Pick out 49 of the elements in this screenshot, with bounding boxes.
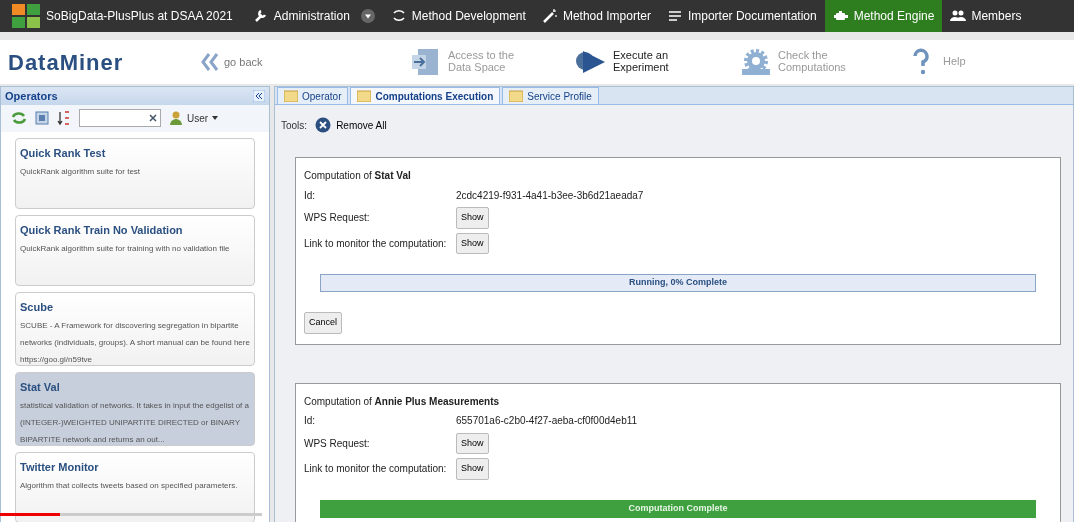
brand-title[interactable]: SoBigData-PlusPlus at DSAA 2021	[46, 7, 233, 25]
progress-text: Computation Complete	[627, 501, 729, 515]
user-filter[interactable]: User	[169, 110, 219, 126]
operator-name: Quick Rank Test	[20, 145, 107, 161]
operator-card[interactable]: Stat Val statistical validation of networks. It takes in input the edgelist of a (INTEGER-)WEIGHTED UNIPARTITE DIRECTED or BINARY BIPARTITE network and returns an out...	[15, 372, 255, 446]
operator-card[interactable]: Twitter Monitor Algorithm that collects tweets based on specified parameters.	[15, 452, 255, 522]
field-label: Id:	[304, 414, 317, 428]
cancel-button[interactable]: Cancel	[304, 312, 342, 334]
id-value: 655701a6-c2b0-4f27-aeba-cf0f00d4eb11	[456, 414, 638, 428]
operator-name: Scube	[20, 300, 54, 315]
operator-description: SCUBE - A Framework for discovering segregation in bipartite networks (individuals, groups). A short manual can be found here https://goo.gl/n59tve	[20, 320, 250, 367]
operator-name: Twitter Monitor	[20, 460, 100, 475]
show-button[interactable]: Show	[456, 432, 489, 454]
nav-item[interactable]: Method Engine	[824, 0, 943, 32]
nav-item[interactable]: Administration	[244, 0, 383, 32]
nav-item[interactable]: Method Development	[382, 0, 534, 32]
computation-title: Computation of Annie Plus Measurements	[304, 394, 501, 409]
field-label: Link to monitor the computation:	[304, 462, 448, 477]
field-label: Id:	[304, 188, 317, 203]
nav-item[interactable]: Members	[942, 0, 1030, 32]
operator-card[interactable]: Quick Rank Train No Validation QuickRank algorithm suite for training with no validation file	[15, 214, 255, 286]
panel-title: Operators	[5, 88, 58, 104]
operator-card[interactable]: Scube SCUBE - A Framework for discovering segregation in bipartite networks (individuals, groups). A short manual can be found here https://goo.gl/n59tve	[15, 292, 255, 366]
app-logo: DataMiner	[7, 48, 125, 77]
progress-text: Running, 0% Complete	[628, 276, 728, 290]
tools-label: Tools:	[281, 118, 308, 133]
computation-title: Computation of Stat Val	[304, 169, 412, 183]
id-value: 2cdc4219-f931-4a41-b3ee-3b6d21aeada7	[456, 188, 644, 203]
operator-description: Algorithm that collects tweets based on specified parameters.	[20, 480, 239, 493]
nav-item[interactable]: Importer Documentation	[658, 0, 825, 32]
operator-card[interactable]: Quick Rank Test QuickRank algorithm suite for test	[15, 137, 255, 209]
show-button[interactable]: Show	[456, 232, 489, 254]
operator-name: Stat Val	[20, 380, 61, 395]
operator-description: statistical validation of networks. It takes in input the edgelist of a (INTEGER-)WEIGHTED UNIPARTITE DIRECTED or BINARY BIPARTITE network and returns an out...	[20, 400, 250, 447]
field-label: Link to monitor the computation:	[304, 236, 448, 251]
show-button[interactable]: Show	[456, 207, 489, 229]
tab[interactable]: Service Profile	[502, 87, 599, 104]
nav-item[interactable]: Method Importer	[533, 0, 659, 32]
tab[interactable]: Operator	[277, 87, 349, 104]
show-button[interactable]: Show	[456, 458, 489, 480]
operator-description: QuickRank algorithm suite for training with no validation file	[20, 243, 231, 256]
field-label: WPS Request:	[304, 211, 371, 226]
operator-name: Quick Rank Train No Validation	[20, 222, 184, 238]
remove-all-button[interactable]: Remove All	[315, 117, 387, 133]
back-link[interactable]: go back	[200, 52, 410, 72]
operator-description: QuickRank algorithm suite for test	[20, 166, 142, 179]
tab[interactable]: Computations Execution	[350, 87, 501, 104]
field-label: WPS Request:	[304, 436, 371, 451]
header-menu-item[interactable]: Execute an Experiment	[575, 47, 740, 77]
